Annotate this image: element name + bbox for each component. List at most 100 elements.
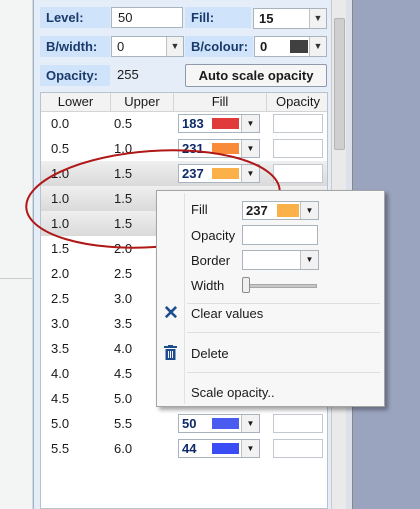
bwidth-label: B/width: [40,36,110,57]
bcolour-select-value: 0 [260,39,268,54]
lower-cell[interactable]: 2.5 [51,286,69,311]
menu-fill-label: Fill [191,202,208,217]
fill-swatch [212,143,239,154]
upper-cell[interactable]: 5.5 [114,411,132,436]
context-menu: Fill 237 ▼ Opacity Border ▼ Width ✕ Clea… [156,190,385,407]
chevron-down-icon[interactable]: ▼ [241,165,259,182]
chevron-down-icon[interactable]: ▼ [166,37,183,56]
upper-cell[interactable]: 2.0 [114,236,132,261]
fill-cell-select[interactable]: 44 ▼ [178,439,260,458]
lower-cell[interactable]: 5.0 [51,411,69,436]
chevron-down-icon[interactable]: ▼ [241,440,259,457]
opacity-cell-input[interactable] [273,164,323,183]
fill-cell-select[interactable]: 237 ▼ [178,164,260,183]
delete-item[interactable]: Delete [191,345,229,363]
chevron-down-icon[interactable]: ▼ [309,37,326,56]
fill-cell-value: 231 [182,141,204,156]
upper-cell[interactable]: 1.5 [114,186,132,211]
lower-cell[interactable]: 5.5 [51,436,69,461]
level-input[interactable]: 50 [111,7,183,28]
upper-cell[interactable]: 6.0 [114,436,132,461]
upper-cell[interactable]: 4.0 [114,336,132,361]
auto-scale-opacity-button[interactable]: Auto scale opacity [185,64,327,87]
upper-cell[interactable]: 3.5 [114,311,132,336]
lower-cell[interactable]: 0.0 [51,111,69,136]
menu-separator [187,303,380,304]
scale-opacity-item[interactable]: Scale opacity.. [191,384,275,402]
opacity-cell-input[interactable] [273,414,323,433]
chevron-down-icon[interactable]: ▼ [241,140,259,157]
upper-cell[interactable]: 1.5 [114,211,132,236]
upper-cell[interactable]: 2.5 [114,261,132,286]
chevron-down-icon[interactable]: ▼ [309,9,326,28]
upper-cell[interactable]: 4.5 [114,361,132,386]
chevron-down-icon[interactable]: ▼ [241,115,259,132]
opacity-cell-input[interactable] [273,439,323,458]
lower-cell[interactable]: 4.0 [51,361,69,386]
col-lower-header[interactable]: Lower [41,93,111,111]
menu-gutter [184,193,185,404]
table-header: Lower Upper Fill Opacity [41,93,327,112]
lower-cell[interactable]: 1.0 [51,186,69,211]
menu-opacity-label: Opacity [191,228,236,243]
bcolour-swatch [290,40,308,53]
menu-separator [187,372,380,373]
opacity-cell-input[interactable] [273,139,323,158]
fill-cell-select[interactable]: 183 ▼ [178,114,260,133]
upper-cell[interactable]: 1.5 [114,161,132,186]
fill-swatch [212,418,239,429]
background-window-left [0,0,33,509]
upper-cell[interactable]: 1.0 [114,136,132,161]
menu-width-label: Width [191,278,225,293]
opacity-input[interactable]: 255 [111,65,183,86]
table-row[interactable]: 0.5 1.0 231 ▼ [41,136,327,161]
lower-cell[interactable]: 3.5 [51,336,69,361]
bcolour-select[interactable]: 0 ▼ [254,36,327,57]
lower-cell[interactable]: 0.5 [51,136,69,161]
menu-border-label: Border [191,253,231,268]
lower-cell[interactable]: 1.0 [51,161,69,186]
upper-cell[interactable]: 0.5 [114,111,132,136]
fill-cell-value: 183 [182,116,204,131]
scrollbar-thumb[interactable] [334,18,345,150]
fill-cell-select[interactable]: 231 ▼ [178,139,260,158]
x-icon: ✕ [163,303,179,324]
upper-cell[interactable]: 5.0 [114,386,132,411]
width-slider-handle[interactable] [242,277,250,293]
menu-fill-value: 237 [246,203,268,218]
lower-cell[interactable]: 1.5 [51,236,69,261]
menu-border-select[interactable]: ▼ [242,250,319,270]
fill-cell-value: 237 [182,166,204,181]
upper-cell[interactable]: 3.0 [114,286,132,311]
table-row[interactable]: 5.0 5.5 50 ▼ [41,411,327,436]
level-label: Level: [40,7,110,28]
menu-fill-swatch [277,204,299,217]
chevron-down-icon[interactable]: ▼ [300,202,318,219]
fill-cell-value: 50 [182,416,197,431]
chevron-down-icon[interactable]: ▼ [300,251,318,269]
opacity-cell-input[interactable] [273,114,323,133]
lower-cell[interactable]: 2.0 [51,261,69,286]
chevron-down-icon[interactable]: ▼ [241,415,259,432]
fill-swatch [212,168,239,179]
menu-opacity-input[interactable] [242,225,318,245]
table-row[interactable]: 0.0 0.5 183 ▼ [41,111,327,136]
menu-separator [187,332,380,333]
fill-cell-value: 44 [182,441,197,456]
col-fill-header[interactable]: Fill [174,93,267,111]
table-row[interactable]: 1.0 1.5 237 ▼ [41,161,327,186]
bwidth-select[interactable]: 0 ▼ [111,36,184,57]
col-opacity-header[interactable]: Opacity [267,93,327,111]
menu-fill-select[interactable]: 237 ▼ [242,201,319,220]
fill-label: Fill: [185,7,251,28]
lower-cell[interactable]: 1.0 [51,211,69,236]
col-upper-header[interactable]: Upper [111,93,174,111]
trash-icon [164,345,177,360]
table-row[interactable]: 5.5 6.0 44 ▼ [41,436,327,461]
fill-cell-select[interactable]: 50 ▼ [178,414,260,433]
fill-select[interactable]: 15 ▼ [253,8,327,29]
width-slider-track[interactable] [242,284,317,288]
lower-cell[interactable]: 3.0 [51,311,69,336]
lower-cell[interactable]: 4.5 [51,386,69,411]
clear-values-item[interactable]: Clear values [191,305,263,323]
